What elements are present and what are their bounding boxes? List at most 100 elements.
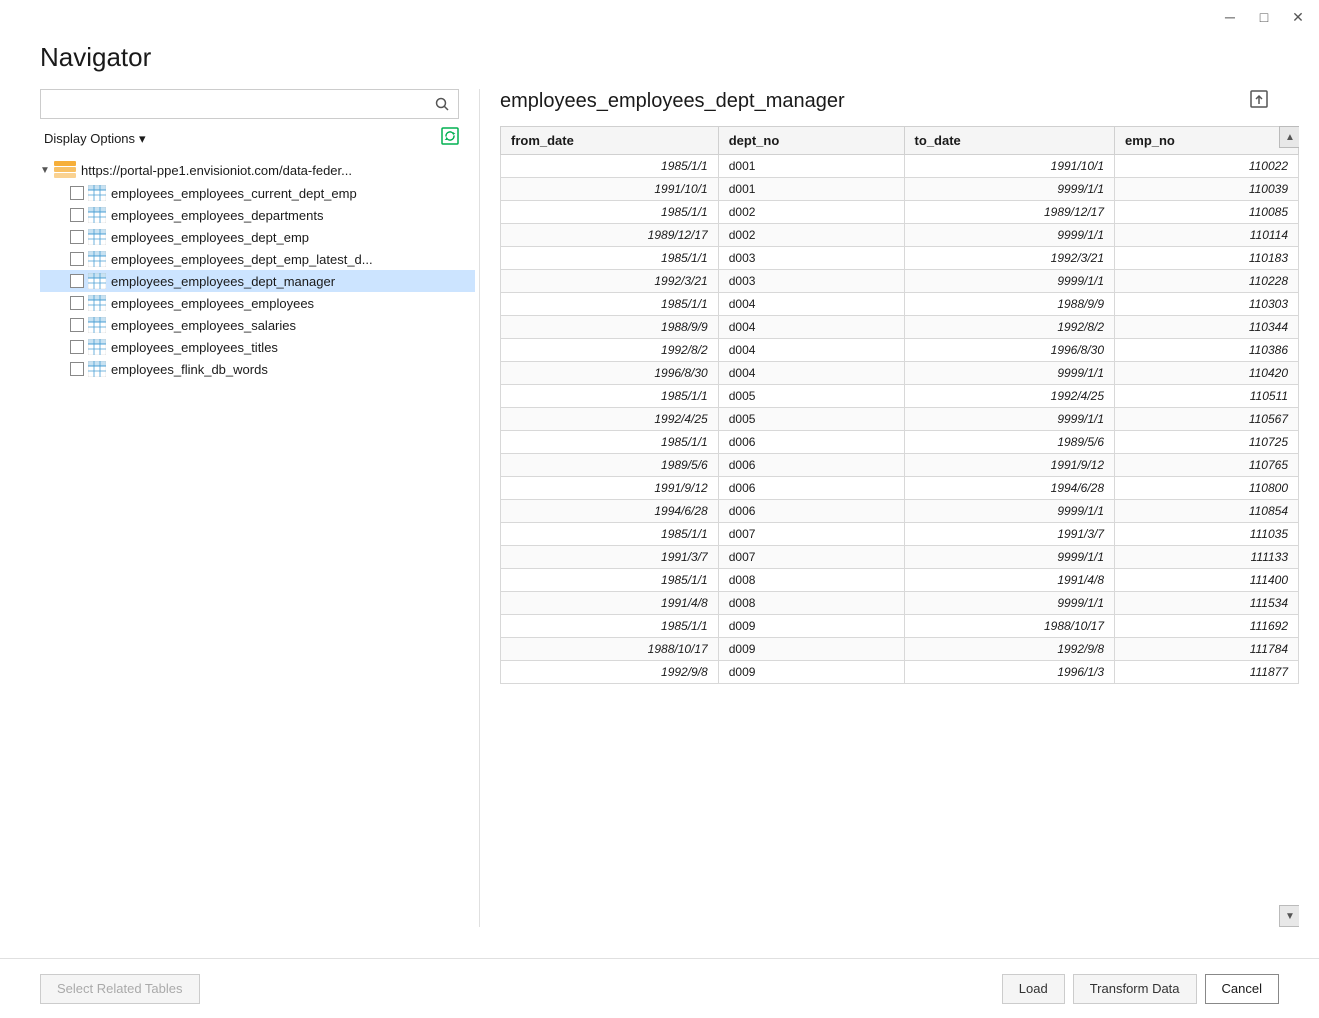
- tree-item-checkbox[interactable]: [70, 252, 84, 266]
- table-cell-6-1: d004: [718, 293, 904, 316]
- table-cell-22-1: d009: [718, 661, 904, 684]
- table-row: 1985/1/1d0041988/9/9110303: [501, 293, 1299, 316]
- table-cell-11-3: 110567: [1115, 408, 1299, 431]
- table-cell-9-0: 1996/8/30: [501, 362, 719, 385]
- right-panel-refresh-button[interactable]: [1249, 89, 1269, 114]
- table-cell-2-3: 110085: [1115, 201, 1299, 224]
- maximize-button[interactable]: □: [1255, 8, 1273, 26]
- tree-item-5[interactable]: employees_employees_employees: [40, 292, 475, 314]
- tree-root-item[interactable]: ▼ https://portal-ppe1.envisioniot.com/da…: [40, 158, 475, 182]
- bottom-right: Load Transform Data Cancel: [1002, 974, 1279, 1004]
- table-cell-10-2: 1992/4/25: [904, 385, 1114, 408]
- tree-item-3[interactable]: employees_employees_dept_emp_latest_d...: [40, 248, 475, 270]
- scroll-down-button[interactable]: ▼: [1279, 905, 1299, 927]
- table-row: 1985/1/1d0091988/10/17111692: [501, 615, 1299, 638]
- scroll-up-button[interactable]: ▲: [1279, 126, 1299, 148]
- tree-arrow-icon: ▼: [40, 165, 54, 176]
- table-row: 1988/9/9d0041992/8/2110344: [501, 316, 1299, 339]
- tree-item-0[interactable]: employees_employees_current_dept_emp: [40, 182, 475, 204]
- table-row: 1992/3/21d0039999/1/1110228: [501, 270, 1299, 293]
- minimize-button[interactable]: ─: [1221, 8, 1239, 26]
- table-cell-13-1: d006: [718, 454, 904, 477]
- display-options-row: Display Options ▾: [40, 127, 459, 150]
- table-cell-17-3: 111133: [1115, 546, 1299, 569]
- table-cell-20-0: 1985/1/1: [501, 615, 719, 638]
- tree-root-label: https://portal-ppe1.envisioniot.com/data…: [81, 163, 352, 178]
- table-cell-0-1: d001: [718, 155, 904, 178]
- table-cell-22-3: 111877: [1115, 661, 1299, 684]
- tree-container: ▼ https://portal-ppe1.envisioniot.com/da…: [40, 158, 479, 927]
- tree-item-label: employees_employees_employees: [111, 296, 314, 311]
- table-row: 1985/1/1d0071991/3/7111035: [501, 523, 1299, 546]
- tree-item-1[interactable]: employees_employees_departments: [40, 204, 475, 226]
- table-cell-0-0: 1985/1/1: [501, 155, 719, 178]
- table-row: 1989/12/17d0029999/1/1110114: [501, 224, 1299, 247]
- chevron-down-icon: ▾: [139, 131, 146, 147]
- table-header-row: from_datedept_noto_dateemp_no: [501, 127, 1299, 155]
- table-row: 1985/1/1d0021989/12/17110085: [501, 201, 1299, 224]
- table-cell-5-0: 1992/3/21: [501, 270, 719, 293]
- table-cell-12-2: 1989/5/6: [904, 431, 1114, 454]
- table-row: 1991/9/12d0061994/6/28110800: [501, 477, 1299, 500]
- tree-item-checkbox[interactable]: [70, 340, 84, 354]
- table-row: 1988/10/17d0091992/9/8111784: [501, 638, 1299, 661]
- tree-item-4[interactable]: employees_employees_dept_manager: [40, 270, 475, 292]
- tree-item-checkbox[interactable]: [70, 230, 84, 244]
- table-cell-8-0: 1992/8/2: [501, 339, 719, 362]
- cancel-button[interactable]: Cancel: [1205, 974, 1279, 1004]
- selected-table-title: employees_employees_dept_manager: [500, 90, 845, 113]
- transform-data-button[interactable]: Transform Data: [1073, 974, 1197, 1004]
- bottom-left: Select Related Tables: [40, 974, 200, 1004]
- tree-item-checkbox[interactable]: [70, 274, 84, 288]
- table-cell-21-3: 111784: [1115, 638, 1299, 661]
- select-related-tables-button[interactable]: Select Related Tables: [40, 974, 200, 1004]
- table-cell-1-3: 110039: [1115, 178, 1299, 201]
- table-cell-9-1: d004: [718, 362, 904, 385]
- table-cell-13-2: 1991/9/12: [904, 454, 1114, 477]
- database-icon: [54, 161, 76, 179]
- load-button[interactable]: Load: [1002, 974, 1065, 1004]
- table-row: 1985/1/1d0011991/10/1110022: [501, 155, 1299, 178]
- tree-item-label: employees_employees_dept_emp_latest_d...: [111, 252, 373, 267]
- column-header-3: emp_no: [1115, 127, 1299, 155]
- table-row: 1985/1/1d0031992/3/21110183: [501, 247, 1299, 270]
- search-icon-button[interactable]: [426, 90, 458, 118]
- table-cell-10-1: d005: [718, 385, 904, 408]
- table-cell-11-2: 9999/1/1: [904, 408, 1114, 431]
- table-cell-5-2: 9999/1/1: [904, 270, 1114, 293]
- table-icon: [88, 317, 106, 333]
- table-cell-17-1: d007: [718, 546, 904, 569]
- table-cell-18-1: d008: [718, 569, 904, 592]
- table-cell-20-1: d009: [718, 615, 904, 638]
- search-bar: [40, 89, 459, 119]
- right-panel: employees_employees_dept_manager from_da…: [480, 89, 1319, 927]
- tree-item-6[interactable]: employees_employees_salaries: [40, 314, 475, 336]
- tree-item-7[interactable]: employees_employees_titles: [40, 336, 475, 358]
- tree-item-checkbox[interactable]: [70, 208, 84, 222]
- display-options-button[interactable]: Display Options ▾: [40, 129, 150, 149]
- table-cell-22-0: 1992/9/8: [501, 661, 719, 684]
- table-cell-21-2: 1992/9/8: [904, 638, 1114, 661]
- tree-item-checkbox[interactable]: [70, 318, 84, 332]
- table-row: 1991/3/7d0079999/1/1111133: [501, 546, 1299, 569]
- close-button[interactable]: ✕: [1289, 8, 1307, 26]
- export-icon: [1249, 89, 1269, 109]
- table-cell-5-3: 110228: [1115, 270, 1299, 293]
- table-cell-14-3: 110800: [1115, 477, 1299, 500]
- tree-item-2[interactable]: employees_employees_dept_emp: [40, 226, 475, 248]
- search-input[interactable]: [41, 97, 426, 112]
- table-cell-1-1: d001: [718, 178, 904, 201]
- tree-item-checkbox[interactable]: [70, 296, 84, 310]
- refresh-icon-button[interactable]: [441, 127, 459, 150]
- data-table-scroll[interactable]: from_datedept_noto_dateemp_no 1985/1/1d0…: [500, 126, 1299, 927]
- tree-item-checkbox[interactable]: [70, 186, 84, 200]
- table-cell-14-0: 1991/9/12: [501, 477, 719, 500]
- table-cell-16-1: d007: [718, 523, 904, 546]
- tree-item-8[interactable]: employees_flink_db_words: [40, 358, 475, 380]
- tree-items-container: employees_employees_current_dept_emp emp…: [40, 182, 475, 380]
- tree-item-checkbox[interactable]: [70, 362, 84, 376]
- table-cell-3-3: 110114: [1115, 224, 1299, 247]
- data-table: from_datedept_noto_dateemp_no 1985/1/1d0…: [500, 126, 1299, 684]
- data-table-head: from_datedept_noto_dateemp_no: [501, 127, 1299, 155]
- table-row: 1994/6/28d0069999/1/1110854: [501, 500, 1299, 523]
